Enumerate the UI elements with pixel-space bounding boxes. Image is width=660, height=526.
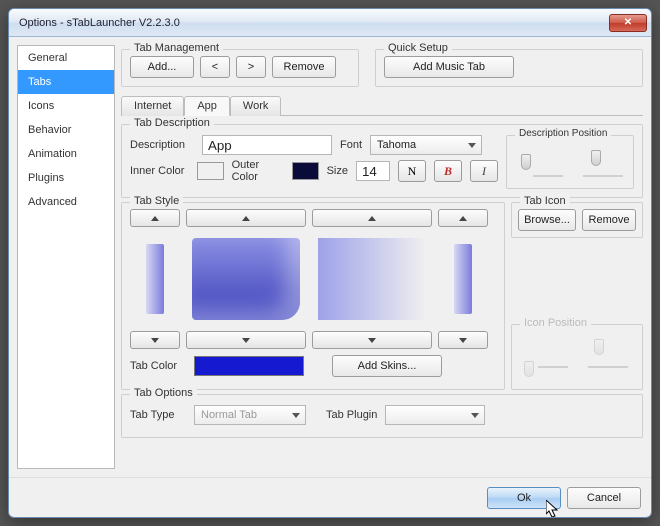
style3-down[interactable] <box>312 331 432 349</box>
tab-description-legend: Tab Description <box>130 117 214 129</box>
sidebar-item-icons[interactable]: Icons <box>18 94 114 118</box>
description-position-slider[interactable] <box>513 140 627 184</box>
inner-color-swatch[interactable] <box>197 162 223 180</box>
style2-preview <box>186 233 306 325</box>
sidebar-item-animation[interactable]: Animation <box>18 142 114 166</box>
quick-setup-group: Quick Setup Add Music Tab <box>375 49 643 87</box>
add-music-tab-button[interactable]: Add Music Tab <box>384 56 514 78</box>
tab-icon-group: Tab Icon Browse... Remove <box>511 202 643 238</box>
remove-tab-button[interactable]: Remove <box>272 56 336 78</box>
sidebar-item-plugins[interactable]: Plugins <box>18 166 114 190</box>
style2-down[interactable] <box>186 331 306 349</box>
sidebar: General Tabs Icons Behavior Animation Pl… <box>17 45 115 469</box>
add-skins-button[interactable]: Add Skins... <box>332 355 442 377</box>
description-input[interactable] <box>202 135 332 155</box>
window-title: Options - sTabLauncher V2.2.3.0 <box>19 17 180 29</box>
tab-management-group: Tab Management Add... < > Remove <box>121 49 359 87</box>
sidebar-item-behavior[interactable]: Behavior <box>18 118 114 142</box>
tab-type-select[interactable]: Normal Tab <box>194 405 306 425</box>
cancel-button[interactable]: Cancel <box>567 487 641 509</box>
browse-icon-button[interactable]: Browse... <box>518 209 576 231</box>
tab-type-label: Tab Type <box>130 409 186 421</box>
style1-preview <box>130 233 180 325</box>
outer-color-label: Outer Color <box>232 159 285 183</box>
close-icon: ✕ <box>624 17 632 28</box>
style4-up[interactable] <box>438 209 488 227</box>
font-normal-button[interactable]: N <box>398 160 426 182</box>
icon-position-slider[interactable] <box>518 331 636 383</box>
tab-color-label: Tab Color <box>130 360 186 372</box>
style3-preview <box>312 233 432 325</box>
sidebar-item-advanced[interactable]: Advanced <box>18 190 114 214</box>
description-position-legend: Description Position <box>515 128 611 139</box>
titlebar: Options - sTabLauncher V2.2.3.0 ✕ <box>9 9 651 37</box>
tab-internet[interactable]: Internet <box>121 96 184 116</box>
tab-app[interactable]: App <box>184 96 230 116</box>
inner-tabbar: Internet App Work <box>121 95 643 116</box>
tab-style-legend: Tab Style <box>130 195 183 207</box>
font-select[interactable]: Tahoma <box>370 135 482 155</box>
font-italic-button[interactable]: I <box>470 160 498 182</box>
tab-management-legend: Tab Management <box>130 42 223 54</box>
quick-setup-legend: Quick Setup <box>384 42 452 54</box>
style4-down[interactable] <box>438 331 488 349</box>
tab-icon-legend: Tab Icon <box>520 195 570 207</box>
icon-position-legend: Icon Position <box>520 317 591 329</box>
style3-up[interactable] <box>312 209 432 227</box>
font-bold-button[interactable]: B <box>434 160 462 182</box>
sidebar-item-tabs[interactable]: Tabs <box>18 70 114 94</box>
size-input[interactable] <box>356 161 390 181</box>
remove-icon-button[interactable]: Remove <box>582 209 636 231</box>
outer-color-swatch[interactable] <box>292 162 318 180</box>
move-left-button[interactable]: < <box>200 56 230 78</box>
cursor-icon <box>546 500 562 519</box>
style2-up[interactable] <box>186 209 306 227</box>
ok-button[interactable]: Ok <box>487 487 561 509</box>
tab-options-legend: Tab Options <box>130 387 197 399</box>
close-button[interactable]: ✕ <box>609 14 647 32</box>
tab-plugin-label: Tab Plugin <box>326 409 377 421</box>
style1-down[interactable] <box>130 331 180 349</box>
tab-description-group: Tab Description Description Font Tahoma … <box>121 124 643 198</box>
move-right-button[interactable]: > <box>236 56 266 78</box>
description-label: Description <box>130 139 194 151</box>
description-position-group: Description Position <box>506 135 634 189</box>
icon-position-group: Icon Position <box>511 324 643 390</box>
tab-style-group: Tab Style <box>121 202 505 390</box>
inner-color-label: Inner Color <box>130 165 189 177</box>
style4-preview <box>438 233 488 325</box>
dialog-buttons: Ok Cancel <box>9 477 651 517</box>
tab-color-swatch[interactable] <box>194 356 304 376</box>
tab-plugin-select[interactable] <box>385 405 485 425</box>
tab-options-group: Tab Options Tab Type Normal Tab Tab Plug… <box>121 394 643 438</box>
tab-work[interactable]: Work <box>230 96 281 116</box>
size-label: Size <box>327 165 348 177</box>
add-tab-button[interactable]: Add... <box>130 56 194 78</box>
sidebar-item-general[interactable]: General <box>18 46 114 70</box>
options-window: Options - sTabLauncher V2.2.3.0 ✕ Genera… <box>8 8 652 518</box>
style1-up[interactable] <box>130 209 180 227</box>
font-label: Font <box>340 139 362 151</box>
